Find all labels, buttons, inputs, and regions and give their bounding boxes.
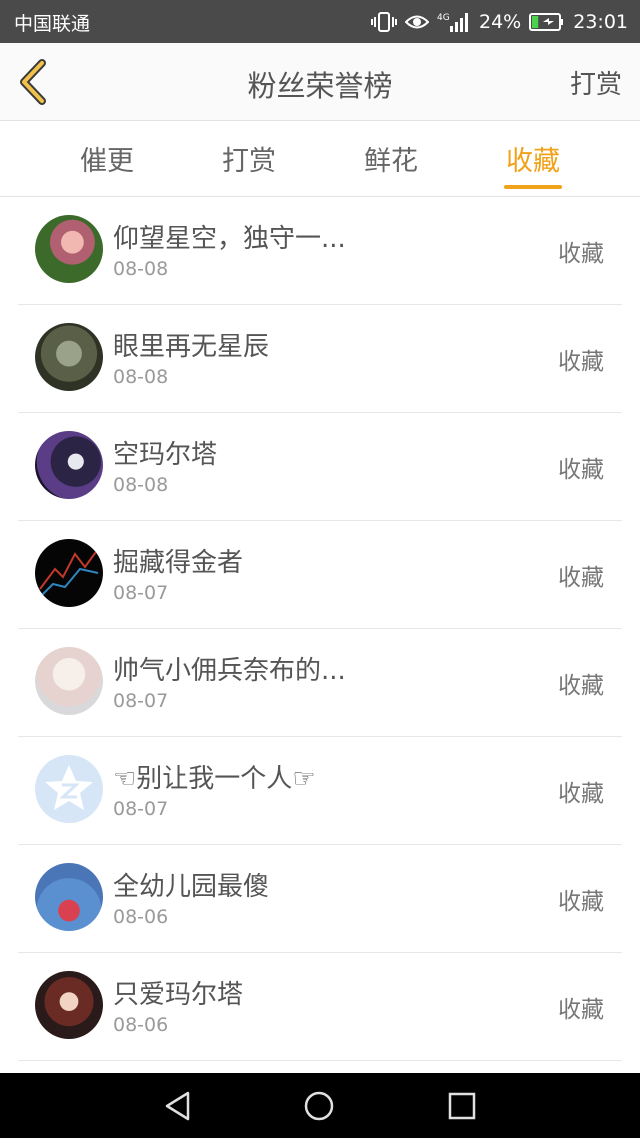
fan-name: ☜别让我一个人☞	[113, 764, 316, 794]
fan-name: 眼里再无星辰	[113, 332, 270, 362]
battery-percent: 24%	[479, 11, 522, 33]
fan-date: 08-07	[113, 582, 169, 604]
fan-action: 收藏	[558, 565, 604, 591]
page-title: 粉丝荣誉榜	[247, 69, 393, 103]
fan-name: 掘藏得金者	[113, 548, 244, 578]
tab-bar: 催更 打赏 鲜花 收藏	[0, 121, 640, 197]
fan-date: 08-07	[113, 690, 169, 712]
tab-label: 鲜花	[364, 146, 418, 177]
fan-action: 收藏	[558, 781, 604, 807]
list-item[interactable]: 全幼儿园最傻 08-06 收藏	[18, 845, 622, 953]
fan-name: 只爱玛尔塔	[113, 980, 244, 1010]
fan-date: 08-08	[113, 258, 169, 280]
tab-flowers[interactable]: 鲜花	[341, 139, 441, 178]
list-item[interactable]: 仰望星空，独守一... 08-08 收藏	[18, 197, 622, 305]
tab-label: 催更	[80, 146, 134, 177]
list-item[interactable]: ☜别让我一个人☞ 08-07 收藏	[18, 737, 622, 845]
system-nav-bar	[0, 1073, 640, 1138]
avatar	[35, 755, 103, 823]
fan-date: 08-06	[113, 906, 169, 928]
fan-action: 收藏	[558, 457, 604, 483]
fan-date: 08-08	[113, 366, 169, 388]
active-tab-indicator	[504, 185, 562, 189]
fan-name: 帅气小佣兵奈布的...	[113, 656, 346, 686]
avatar	[35, 863, 103, 931]
avatar	[35, 431, 103, 499]
fan-action: 收藏	[558, 673, 604, 699]
carrier-label: 中国联通	[14, 13, 91, 35]
battery-icon	[529, 12, 565, 32]
fan-name: 仰望星空，独守一...	[113, 224, 346, 254]
tab-reward[interactable]: 打赏	[199, 139, 299, 178]
square-recents-icon	[448, 1092, 476, 1120]
default-avatar-star-icon	[45, 765, 93, 810]
tab-label: 收藏	[506, 146, 560, 177]
status-icons: 4G 24% 23:01	[371, 8, 628, 36]
fan-date: 08-08	[113, 474, 169, 496]
vibrate-icon	[371, 11, 397, 33]
nav-recents-button[interactable]	[446, 1090, 478, 1126]
signal-icon: 4G	[437, 11, 471, 33]
nav-home-button[interactable]	[303, 1090, 335, 1126]
fan-action: 收藏	[558, 241, 604, 267]
fan-action: 收藏	[558, 349, 604, 375]
triangle-back-icon	[165, 1091, 190, 1121]
app-header: 粉丝荣誉榜 打赏	[0, 43, 640, 121]
fan-name: 全幼儿园最傻	[113, 872, 270, 902]
fan-list: 仰望星空，独守一... 08-08 收藏 眼里再无星辰 08-08 收藏 空玛尔…	[0, 197, 640, 1061]
reward-link[interactable]: 打赏	[570, 64, 622, 101]
clock: 23:01	[573, 11, 628, 33]
fan-name: 空玛尔塔	[113, 440, 218, 470]
avatar	[35, 971, 103, 1039]
avatar	[35, 323, 103, 391]
tab-label: 打赏	[222, 146, 276, 177]
tab-collect[interactable]: 收藏	[483, 139, 583, 189]
svg-text:4G: 4G	[437, 13, 450, 23]
fan-action: 收藏	[558, 889, 604, 915]
fan-action: 收藏	[558, 997, 604, 1023]
list-item[interactable]: 掘藏得金者 08-07 收藏	[18, 521, 622, 629]
avatar	[35, 647, 103, 715]
nav-back-button[interactable]	[162, 1090, 194, 1126]
avatar	[35, 215, 103, 283]
list-item[interactable]: 眼里再无星辰 08-08 收藏	[18, 305, 622, 413]
circle-home-icon	[304, 1091, 334, 1121]
list-item[interactable]: 帅气小佣兵奈布的... 08-07 收藏	[18, 629, 622, 737]
avatar	[35, 539, 103, 607]
status-bar: 中国联通 4G 24% 23:01	[0, 0, 640, 43]
list-item[interactable]: 空玛尔塔 08-08 收藏	[18, 413, 622, 521]
tab-urge[interactable]: 催更	[57, 139, 157, 178]
eye-icon	[405, 13, 429, 31]
list-item[interactable]: 只爱玛尔塔 08-06 收藏	[18, 953, 622, 1061]
fan-date: 08-06	[113, 1014, 169, 1036]
fan-date: 08-07	[113, 798, 169, 820]
